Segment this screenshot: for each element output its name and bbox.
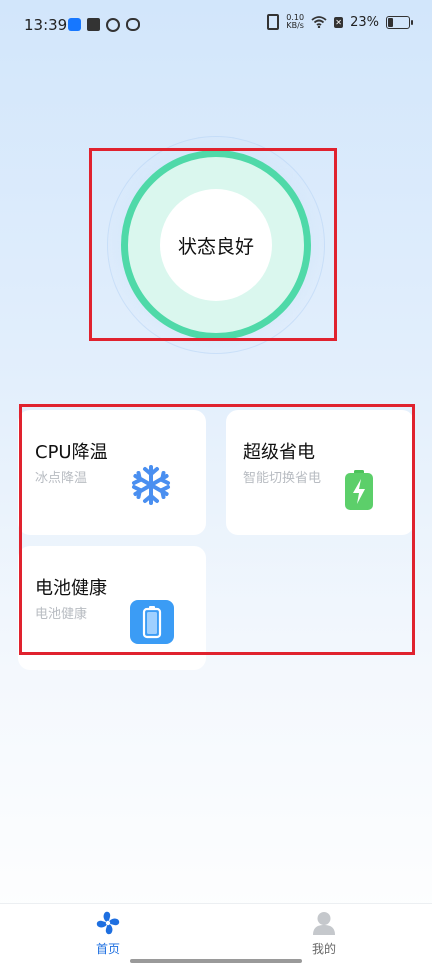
status-text: 状态良好 [177,235,254,258]
super-saver-card[interactable]: 超级省电 智能切换省电 [226,410,414,535]
cpu-cooling-card[interactable]: CPU降温 冰点降温 [18,410,206,535]
cpu-cooling-subtitle: 冰点降温 [35,471,88,486]
app-notification-icon [68,18,81,31]
status-bar: 13:39 0.10 KB/s ✕ 23% [0,0,432,50]
vibrate-icon [267,14,280,30]
status-indicators: 0.10 KB/s ✕ 23% [267,14,413,30]
battery-status-fill [388,17,394,27]
status-time: 13:39 [24,16,68,34]
bottom-navigation: 首页 我的 [0,903,432,965]
cpu-cooling-title: CPU降温 [35,442,108,463]
link-notification-icon [106,18,120,32]
battery-health-title: 电池健康 [35,578,107,599]
battery-charging-icon [345,470,373,510]
battery-percent: 23% [350,14,379,30]
super-saver-title: 超级省电 [243,442,315,463]
home-indicator[interactable] [130,959,302,963]
network-speed-unit: KB/s [286,21,304,30]
network-speed: 0.10 KB/s [286,14,304,30]
fan-icon [96,911,120,935]
battery-health-card[interactable]: 电池健康 电池健康 [18,546,206,670]
face-notification-icon [126,18,140,31]
status-indicator[interactable]: 状态良好 [107,136,325,354]
nav-label-home: 首页 [95,942,120,956]
no-sim-icon: ✕ [334,16,344,28]
nav-item-mine[interactable]: 我的 [284,910,364,957]
nav-item-home[interactable]: 首页 [68,910,148,957]
status-center: 状态良好 [160,189,272,301]
battery-icon [130,600,174,644]
battery-health-subtitle: 电池健康 [35,607,88,622]
super-saver-subtitle: 智能切换省电 [243,471,322,486]
snowflake-icon [132,465,170,505]
battery-status-icon [386,15,413,29]
wifi-icon [311,16,327,28]
notification-icons [68,18,140,32]
message-notification-icon [87,18,100,31]
nav-label-mine: 我的 [311,942,336,956]
user-icon [313,912,335,935]
